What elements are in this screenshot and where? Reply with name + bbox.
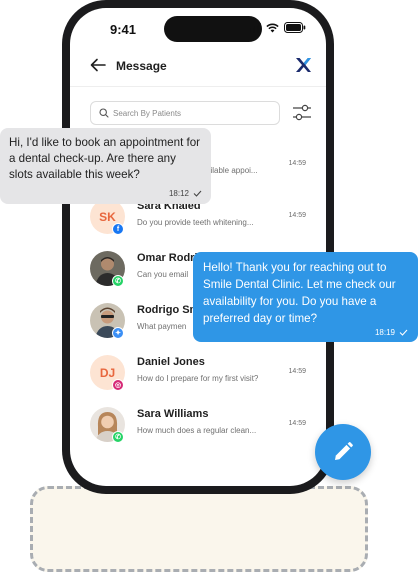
- chat-list-item[interactable]: DJ ◎ Daniel Jones How do I prepare for m…: [70, 350, 326, 400]
- check-icon: [399, 329, 408, 336]
- phone-frame: 9:41 Message Search By Patients vailable…: [62, 0, 334, 494]
- filter-sliders-icon[interactable]: [292, 104, 312, 122]
- status-bar: 9:41: [70, 8, 326, 48]
- chat-preview: What paymen: [137, 322, 187, 331]
- app-header: Message: [70, 52, 326, 82]
- compose-button[interactable]: [315, 424, 371, 480]
- wifi-icon: [266, 23, 279, 32]
- incoming-message-bubble: Hi, I'd like to book an appointment for …: [0, 128, 211, 204]
- message-time: 18:12: [168, 189, 189, 198]
- search-input[interactable]: [113, 105, 273, 122]
- battery-icon: [284, 22, 306, 33]
- check-icon: [193, 190, 202, 197]
- pencil-icon: [335, 442, 353, 460]
- chat-name: Sara Williams: [137, 408, 209, 420]
- chat-list-item[interactable]: ✆ Sara Williams How much does a regular …: [70, 402, 326, 452]
- search-box[interactable]: [90, 101, 280, 125]
- message-text: Hi, I'd like to book an appointment for …: [9, 136, 201, 181]
- message-time: 18:19: [374, 328, 395, 337]
- message-text: Hello! Thank you for reaching out to Smi…: [203, 261, 396, 325]
- search-icon: [99, 108, 109, 118]
- chat-preview: Can you email: [137, 270, 189, 279]
- avatar-initials: DJ: [99, 365, 116, 380]
- facebook-icon: f: [112, 223, 124, 235]
- message-meta: 18:19: [375, 328, 408, 337]
- dashed-placeholder-card: [30, 486, 368, 572]
- phone-screen: 9:41 Message Search By Patients vailable…: [70, 8, 326, 486]
- chat-time: 14:59: [288, 420, 306, 427]
- x-logo-icon: [296, 58, 311, 72]
- message-meta: 18:12: [169, 189, 202, 198]
- chat-name: Omar Rodri: [137, 252, 198, 264]
- chat-time: 14:59: [288, 368, 306, 375]
- chat-name: Daniel Jones: [137, 356, 205, 368]
- outgoing-message-bubble: Hello! Thank you for reaching out to Smi…: [193, 252, 418, 342]
- chat-preview: How do I prepare for my first visit?: [137, 374, 259, 383]
- whatsapp-icon: ✆: [112, 275, 124, 287]
- status-time: 9:41: [110, 22, 137, 37]
- page-title: Message: [116, 59, 167, 73]
- messenger-icon: ✦: [112, 327, 124, 339]
- status-icons: [247, 22, 306, 33]
- chat-preview: Do you provide teeth whitening...: [137, 218, 254, 227]
- chat-time: 14:59: [288, 160, 306, 167]
- signal-icon: [247, 22, 261, 33]
- instagram-icon: ◎: [112, 379, 124, 391]
- chat-name: Rodrigo Sm: [137, 304, 200, 316]
- avatar-initials: SK: [99, 209, 116, 224]
- whatsapp-icon: ✆: [112, 431, 124, 443]
- chat-preview: How much does a regular clean...: [137, 426, 257, 435]
- chat-time: 14:59: [288, 212, 306, 219]
- back-arrow-icon[interactable]: [90, 58, 106, 72]
- header-divider: [70, 86, 326, 87]
